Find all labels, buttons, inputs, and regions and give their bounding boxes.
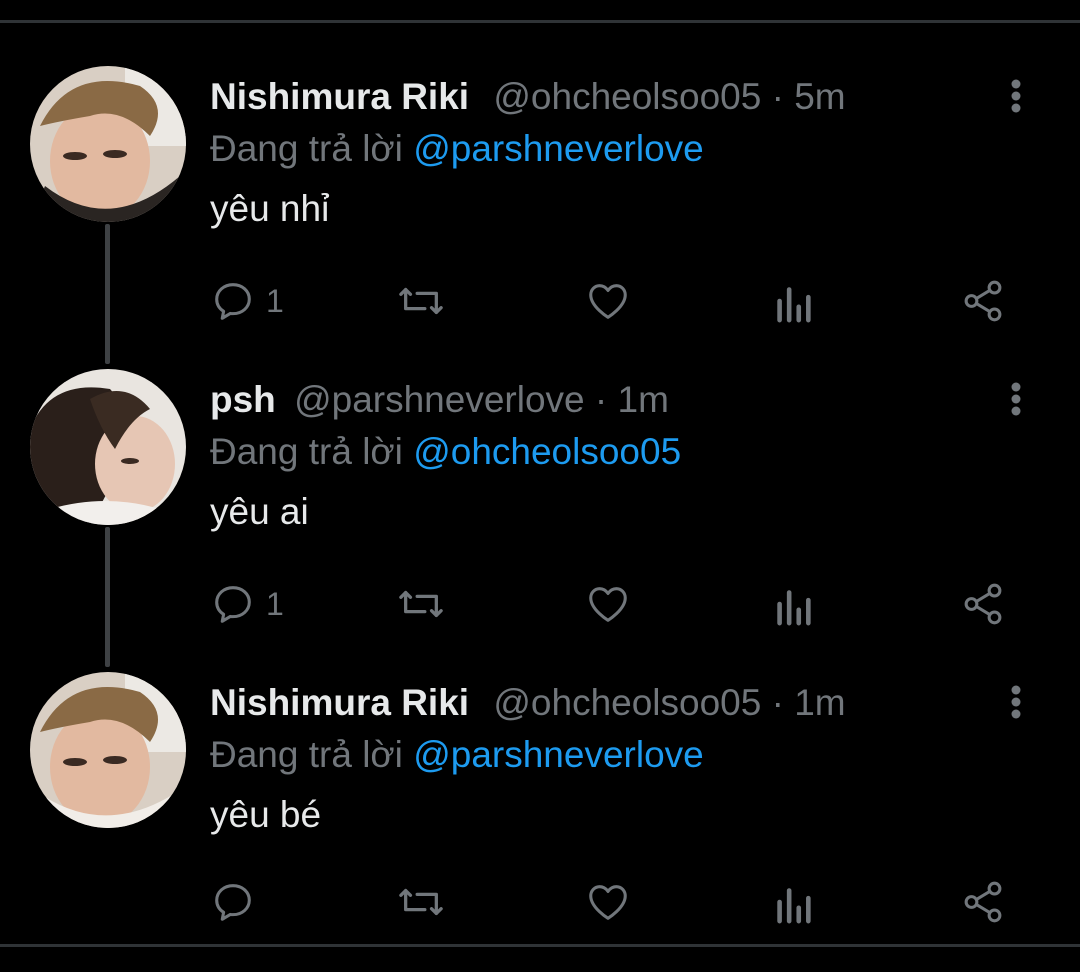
author-handle[interactable]: @ohcheolsoo05: [493, 682, 761, 723]
reply-mention-link[interactable]: @parshneverlove: [413, 128, 704, 169]
bottom-divider: [0, 944, 1080, 947]
reply-button[interactable]: [210, 877, 266, 927]
retweet-button[interactable]: [395, 877, 447, 927]
views-button[interactable]: [773, 276, 813, 326]
reply-button[interactable]: 1: [210, 579, 284, 629]
separator-dot: ·: [771, 682, 784, 723]
share-button[interactable]: [960, 276, 1006, 326]
views-icon: [773, 278, 813, 324]
share-button[interactable]: [960, 877, 1006, 927]
tweet[interactable]: Nishimura Riki @ohcheolsoo05 · 5m Đang t…: [0, 66, 1080, 366]
separator-dot: ·: [771, 76, 784, 117]
views-button[interactable]: [773, 877, 813, 927]
avatar[interactable]: [30, 66, 186, 222]
share-button[interactable]: [960, 579, 1006, 629]
tweet-text: yêu ai: [210, 491, 309, 532]
reply-icon: [210, 278, 256, 324]
author-handle[interactable]: @ohcheolsoo05: [493, 76, 761, 117]
more-icon[interactable]: [996, 76, 1036, 116]
views-icon: [773, 879, 813, 925]
like-button[interactable]: [583, 877, 633, 927]
tweet[interactable]: psh @parshneverlove · 1m Đang trả lời @o…: [0, 369, 1080, 669]
retweet-icon: [395, 879, 447, 925]
views-button[interactable]: [773, 579, 813, 629]
avatar[interactable]: [30, 369, 186, 525]
retweet-icon: [395, 278, 447, 324]
tweet-text: yêu bé: [210, 794, 322, 835]
replying-to-label: Đang trả lời: [210, 128, 403, 169]
author-name[interactable]: psh: [210, 379, 276, 420]
author-name[interactable]: Nishimura Riki: [210, 682, 469, 723]
reply-icon: [210, 879, 256, 925]
replying-to-label: Đang trả lời: [210, 431, 403, 472]
like-button[interactable]: [583, 276, 633, 326]
share-icon: [960, 581, 1006, 627]
timestamp[interactable]: 1m: [618, 379, 669, 420]
reply-button[interactable]: 1: [210, 276, 284, 326]
like-button[interactable]: [583, 579, 633, 629]
author-name[interactable]: Nishimura Riki: [210, 76, 469, 117]
timestamp[interactable]: 5m: [794, 76, 845, 117]
views-icon: [773, 581, 813, 627]
reply-mention-link[interactable]: @ohcheolsoo05: [413, 431, 681, 472]
reply-count: 1: [266, 282, 284, 319]
avatar[interactable]: [30, 672, 186, 828]
author-handle[interactable]: @parshneverlove: [294, 379, 585, 420]
more-icon[interactable]: [996, 682, 1036, 722]
reply-count: 1: [266, 585, 284, 622]
more-icon[interactable]: [996, 379, 1036, 419]
share-icon: [960, 879, 1006, 925]
retweet-button[interactable]: [395, 579, 447, 629]
reply-icon: [210, 581, 256, 627]
tweet-text: yêu nhỉ: [210, 188, 330, 229]
retweet-icon: [395, 581, 447, 627]
like-icon: [583, 581, 633, 627]
retweet-button[interactable]: [395, 276, 447, 326]
reply-mention-link[interactable]: @parshneverlove: [413, 734, 704, 775]
tweet[interactable]: Nishimura Riki @ohcheolsoo05 · 1m Đang t…: [0, 672, 1080, 972]
like-icon: [583, 879, 633, 925]
separator-dot: ·: [594, 379, 608, 420]
like-icon: [583, 278, 633, 324]
replying-to-label: Đang trả lời: [210, 734, 403, 775]
share-icon: [960, 278, 1006, 324]
timestamp[interactable]: 1m: [794, 682, 845, 723]
top-divider: [0, 20, 1080, 23]
